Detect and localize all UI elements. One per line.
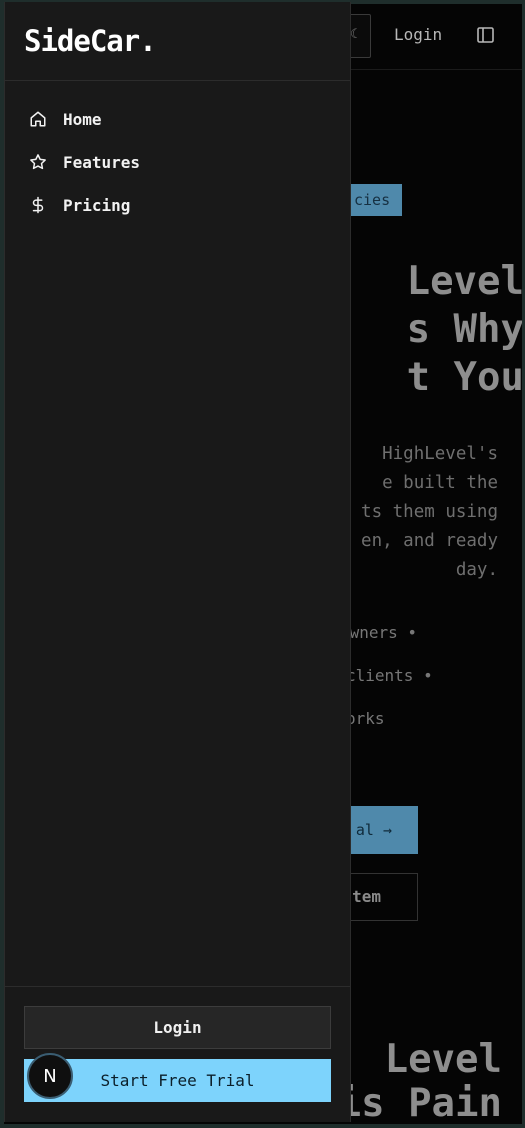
star-icon bbox=[30, 154, 46, 170]
feature-item: owners • bbox=[340, 623, 418, 642]
home-icon bbox=[30, 111, 46, 127]
next-logo-icon: N bbox=[43, 1065, 57, 1087]
dev-tools-badge[interactable]: N bbox=[27, 1053, 73, 1099]
drawer-nav-label: Features bbox=[63, 152, 141, 172]
drawer-login-button[interactable]: Login bbox=[24, 1006, 331, 1049]
mobile-nav-drawer: SideCar. Home Features Pricing Login Sta… bbox=[4, 2, 351, 1122]
moon-icon: ☾ bbox=[350, 27, 358, 42]
drawer-nav-home[interactable]: Home bbox=[29, 103, 329, 135]
drawer-nav-label: Home bbox=[63, 109, 102, 129]
brand-logo[interactable]: SideCar. bbox=[24, 24, 157, 58]
drawer-nav-label: Pricing bbox=[63, 195, 131, 215]
drawer-nav-features[interactable]: Features bbox=[29, 146, 329, 178]
drawer-nav-pricing[interactable]: Pricing bbox=[29, 189, 329, 221]
feature-item: orks bbox=[346, 709, 385, 728]
drawer-divider bbox=[5, 80, 351, 81]
drawer-divider bbox=[5, 986, 351, 987]
dollar-icon bbox=[32, 196, 44, 214]
sidebar-panel-icon[interactable] bbox=[477, 27, 494, 43]
feature-item: clients • bbox=[346, 666, 433, 685]
navbar-login-link[interactable]: Login bbox=[394, 25, 442, 44]
